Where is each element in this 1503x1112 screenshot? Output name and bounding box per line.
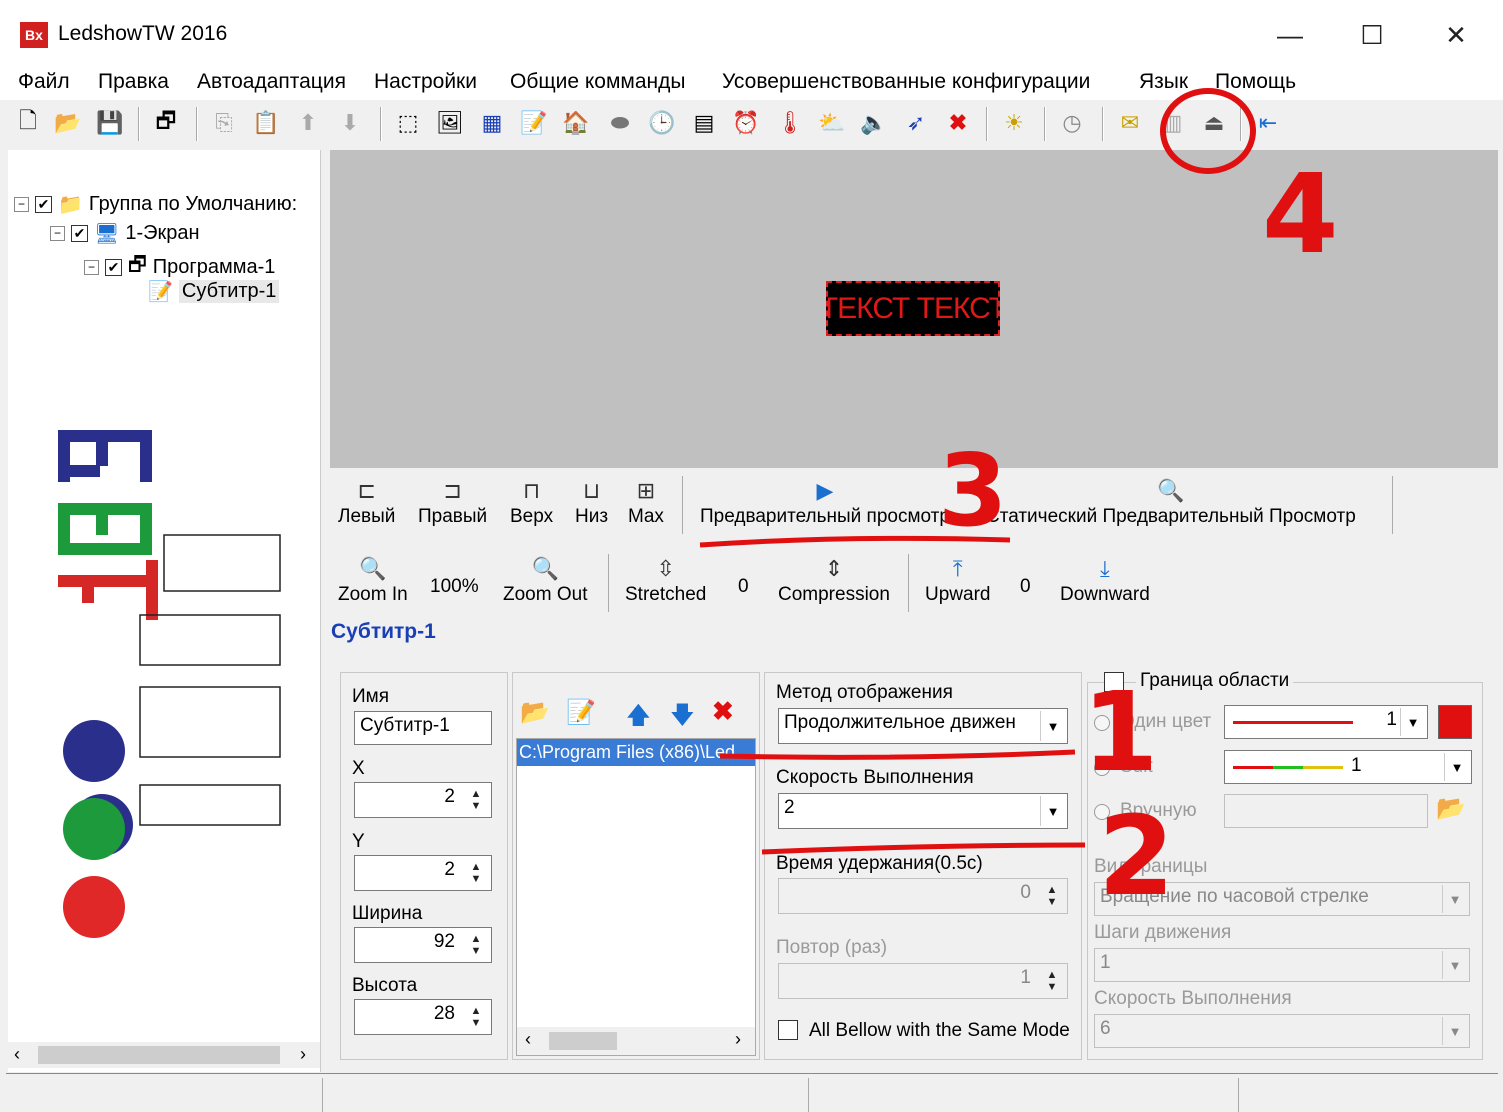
annotation-number-4: 4 <box>1262 150 1339 278</box>
annotation-underline-1 <box>719 749 1076 760</box>
annotation-circle <box>1160 88 1256 174</box>
annotation-underline-2 <box>761 842 1086 855</box>
annotation-number-1: 1 <box>1082 668 1159 796</box>
annotation-number-2: 2 <box>1098 792 1175 920</box>
annotation-number-3: 3 <box>938 432 1008 549</box>
